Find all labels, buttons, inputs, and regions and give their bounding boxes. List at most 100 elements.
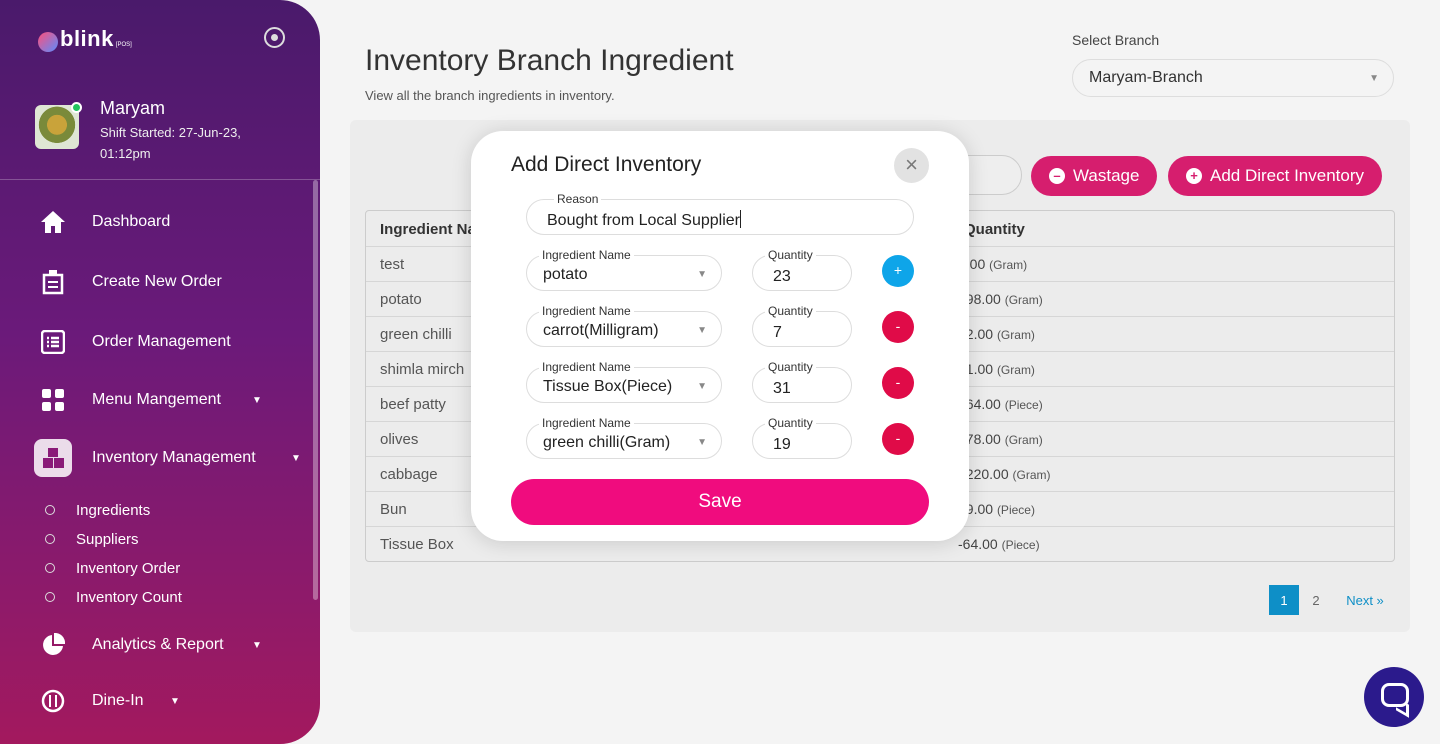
chat-icon (1381, 683, 1409, 707)
sidebar-subitem-label: Inventory Order (76, 559, 181, 577)
cell-ingredient: potato (380, 291, 422, 308)
circle-icon (45, 592, 55, 602)
ingredient-select-value: green chilli(Gram) (543, 434, 671, 451)
cell-ingredient: test (380, 256, 405, 273)
cell-ingredient: shimla mirch (380, 361, 465, 378)
cell-quantity: 91.00 (Gram) (958, 361, 1035, 377)
cell-quantity: 998.00 (Gram) (958, 291, 1043, 307)
cell-quantity: 364.00 (Piece) (958, 396, 1043, 412)
add-direct-inventory-button[interactable]: + Add Direct Inventory (1168, 156, 1383, 196)
save-button[interactable]: Save (511, 479, 929, 525)
cell-ingredient: Tissue Box (380, 536, 454, 553)
dine-icon (40, 688, 66, 714)
branch-label: Select Branch (1072, 32, 1160, 48)
branch-select-value: Maryam-Branch (1089, 69, 1203, 86)
quantity-label: Quantity (765, 416, 816, 430)
sidebar-toggle-icon[interactable] (264, 27, 285, 48)
online-status-icon (71, 102, 82, 113)
chevron-down-icon: ▼ (291, 452, 301, 464)
list-icon (40, 329, 66, 355)
remove-row-button[interactable]: - (882, 423, 914, 455)
sidebar-subitem-label: Inventory Count (76, 588, 182, 606)
remove-row-button[interactable]: - (882, 367, 914, 399)
branch-select[interactable]: Maryam-Branch ▼ (1072, 59, 1394, 97)
ingredient-label: Ingredient Name (539, 360, 634, 374)
page-2-button[interactable]: 2 (1305, 585, 1327, 615)
reason-value: Bought from Local Supplier (547, 212, 740, 229)
logo-sub: [POS] (115, 42, 132, 48)
add-direct-inventory-label: Add Direct Inventory (1210, 166, 1365, 185)
sidebar-item-order-management[interactable]: Order Management (0, 322, 320, 362)
sidebar-subitem-ingredients[interactable]: Ingredients (45, 500, 150, 520)
circle-icon (45, 563, 55, 573)
next-page-link[interactable]: Next » (1340, 585, 1390, 615)
cell-ingredient: cabbage (380, 466, 438, 483)
ingredient-select-value: Tissue Box(Piece) (543, 378, 673, 395)
cell-ingredient: Bun (380, 501, 407, 518)
cell-ingredient: beef patty (380, 396, 446, 413)
logo[interactable]: blink [POS] (38, 26, 132, 52)
sidebar-subitem-label: Ingredients (76, 501, 151, 519)
sidebar-subitem-inventory-order[interactable]: Inventory Order (45, 558, 180, 578)
sidebar-item-inventory-management[interactable]: Inventory Management ▼ (0, 438, 320, 478)
page-subtitle: View all the branch ingredients in inven… (365, 88, 615, 103)
sidebar-item-label: Analytics & Report (92, 636, 224, 653)
cell-ingredient: green chilli (380, 326, 452, 343)
column-header-quantity[interactable]: Quantity (964, 221, 1025, 238)
column-header-ingredient[interactable]: Ingredient Na (380, 221, 476, 238)
wastage-label: Wastage (1073, 166, 1140, 185)
sidebar-item-label: Dine-In (92, 692, 144, 709)
add-row-button[interactable]: + (882, 255, 914, 287)
pie-chart-icon (40, 632, 66, 658)
sidebar: blink [POS] Maryam Shift Started: 27-Jun… (0, 0, 320, 744)
page-1-button[interactable]: 1 (1269, 585, 1299, 615)
sidebar-item-menu-mangement[interactable]: Menu Mangement ▼ (0, 380, 320, 420)
sidebar-item-label: Dashboard (92, 213, 171, 230)
sidebar-item-create-new-order[interactable]: Create New Order (0, 262, 320, 302)
sidebar-subitem-label: Suppliers (76, 530, 139, 548)
chevron-down-icon: ▼ (697, 437, 707, 448)
chat-button[interactable] (1364, 667, 1424, 727)
close-icon[interactable]: × (894, 148, 929, 183)
ingredient-select-value: carrot(Milligram) (543, 322, 659, 339)
sidebar-subitem-inventory-count[interactable]: Inventory Count (45, 587, 182, 607)
quantity-label: Quantity (765, 248, 816, 262)
chevron-down-icon: ▼ (170, 695, 180, 707)
text-cursor (740, 210, 741, 228)
add-direct-inventory-modal: Add Direct Inventory × Bought from Local… (471, 131, 969, 541)
sidebar-item-label: Order Management (92, 333, 231, 350)
wastage-button[interactable]: – Wastage (1031, 156, 1158, 196)
cell-quantity: 278.00 (Gram) (958, 431, 1043, 447)
logo-text: blink (60, 26, 114, 51)
sidebar-subitem-suppliers[interactable]: Suppliers (45, 529, 139, 549)
sidebar-item-label: Inventory Management (92, 449, 256, 466)
cell-quantity: 2220.00 (Gram) (958, 466, 1051, 482)
sidebar-item-analytics-report[interactable]: Analytics & Report ▼ (0, 625, 320, 665)
home-icon (40, 209, 66, 235)
circle-icon (45, 505, 55, 515)
reason-label: Reason (554, 192, 602, 206)
sidebar-item-dashboard[interactable]: Dashboard (0, 202, 320, 242)
cell-quantity: -64.00 (Piece) (958, 536, 1040, 552)
quantity-label: Quantity (765, 360, 816, 374)
cell-quantity: 92.00 (Gram) (958, 326, 1035, 342)
modal-title: Add Direct Inventory (511, 153, 702, 176)
boxes-icon (40, 445, 66, 471)
chevron-down-icon: ▼ (1369, 73, 1379, 84)
circle-icon (45, 534, 55, 544)
ingredient-label: Ingredient Name (539, 248, 634, 262)
shift-started: Shift Started: 27-Jun-23, 01:12pm (100, 125, 241, 161)
plus-circle-icon: + (1186, 168, 1202, 184)
sidebar-item-dine-in[interactable]: Dine-In ▼ (0, 681, 320, 721)
blink-logo-icon (38, 32, 58, 52)
remove-row-button[interactable]: - (882, 311, 914, 343)
chevron-down-icon: ▼ (697, 269, 707, 280)
page-title: Inventory Branch Ingredient (365, 44, 734, 77)
grid-icon (40, 387, 66, 413)
sidebar-scrollbar[interactable] (313, 180, 318, 600)
chevron-down-icon: ▼ (697, 325, 707, 336)
ingredient-select-value: potato (543, 266, 588, 283)
ingredient-label: Ingredient Name (539, 416, 634, 430)
minus-circle-icon: – (1049, 168, 1065, 184)
sidebar-item-label: Menu Mangement (92, 391, 221, 408)
